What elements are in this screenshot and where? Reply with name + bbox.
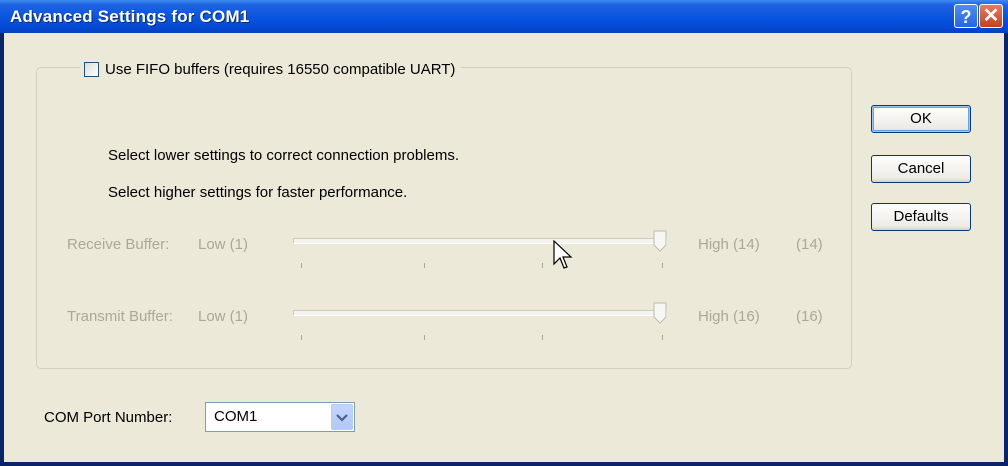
help-icon: ? bbox=[960, 7, 972, 27]
mouse-cursor-icon bbox=[553, 240, 573, 269]
fifo-checkbox[interactable]: Use FIFO buffers (requires 16550 compati… bbox=[80, 58, 462, 80]
transmit-slider-thumb[interactable] bbox=[653, 302, 667, 324]
transmit-value-label: (16) bbox=[796, 308, 823, 325]
com-port-select[interactable]: COM1 bbox=[205, 402, 355, 432]
defaults-button[interactable]: Defaults bbox=[871, 203, 971, 231]
hint-lower-text: Select lower settings to correct connect… bbox=[108, 147, 459, 164]
receive-high-label: High (14) bbox=[698, 236, 760, 253]
receive-value-label: (14) bbox=[796, 236, 823, 253]
cancel-button[interactable]: Cancel bbox=[871, 155, 971, 183]
chevron-down-icon bbox=[336, 414, 348, 422]
receive-slider-track bbox=[293, 238, 667, 244]
close-button[interactable]: ✕ bbox=[979, 4, 1003, 28]
com-port-label: COM Port Number: bbox=[44, 409, 173, 426]
title-bar[interactable]: Advanced Settings for COM1 ? ✕ bbox=[0, 0, 1008, 33]
receive-tick bbox=[424, 263, 425, 268]
receive-low-label: Low (1) bbox=[198, 236, 249, 253]
transmit-high-label: High (16) bbox=[698, 308, 760, 325]
receive-tick bbox=[301, 263, 302, 268]
transmit-tick bbox=[662, 335, 663, 340]
receive-tick bbox=[542, 263, 543, 268]
help-button[interactable]: ? bbox=[954, 4, 978, 28]
hint-higher-text: Select higher settings for faster perfor… bbox=[108, 184, 408, 201]
receive-slider-thumb[interactable] bbox=[653, 230, 667, 252]
checkbox-box[interactable] bbox=[84, 61, 99, 77]
receive-buffer-label: Receive Buffer: bbox=[67, 236, 170, 253]
close-icon: ✕ bbox=[982, 5, 1000, 27]
transmit-slider-track bbox=[293, 310, 667, 316]
com-port-value: COM1 bbox=[214, 408, 258, 425]
receive-tick bbox=[662, 263, 663, 268]
transmit-buffer-label: Transmit Buffer: bbox=[67, 308, 173, 325]
window-title: Advanced Settings for COM1 bbox=[10, 7, 250, 26]
dropdown-button[interactable] bbox=[331, 404, 353, 430]
fifo-checkbox-label: Use FIFO buffers (requires 16550 compati… bbox=[105, 60, 456, 78]
transmit-low-label: Low (1) bbox=[198, 308, 249, 325]
ok-button[interactable]: OK bbox=[871, 105, 971, 133]
transmit-tick bbox=[301, 335, 302, 340]
dialog-window: Advanced Settings for COM1 ? ✕ Use FIFO … bbox=[0, 0, 1008, 466]
transmit-tick bbox=[424, 335, 425, 340]
transmit-tick bbox=[542, 335, 543, 340]
